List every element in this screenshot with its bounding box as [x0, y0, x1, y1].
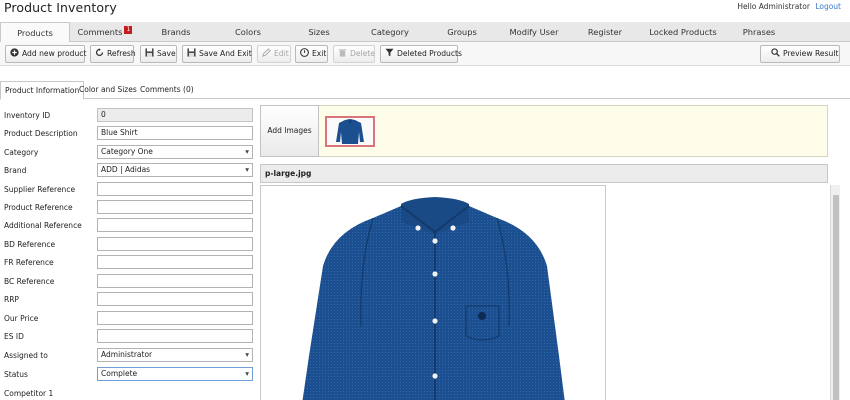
label-inventory-id: Inventory ID: [4, 111, 51, 120]
filter-icon: [385, 48, 394, 57]
tab-modify-user[interactable]: Modify User: [498, 22, 570, 42]
label-category: Category: [4, 148, 39, 157]
trash-icon: [338, 49, 347, 57]
main-nav: Products Comments 1 Brands Colors Sizes C…: [0, 22, 850, 43]
add-new-product-button[interactable]: Add new product: [5, 45, 86, 63]
comments-count-badge: 1: [124, 26, 133, 34]
page-title: Product Inventory: [4, 0, 117, 15]
add-images-button[interactable]: Add Images: [260, 105, 319, 157]
magnifier-icon: [771, 48, 780, 57]
product-description-input[interactable]: Blue Shirt: [97, 126, 253, 140]
user-area: Hello Administrator Logout: [737, 2, 841, 11]
label-our-price: Our Price: [4, 314, 39, 323]
label-assigned-to: Assigned to: [4, 351, 48, 360]
label-product-reference: Product Reference: [4, 203, 73, 212]
tab-category[interactable]: Category: [354, 22, 426, 42]
preview-scrollbar[interactable]: [830, 185, 840, 400]
tab-comments-detail[interactable]: Comments (0): [136, 81, 198, 99]
label-competitor-1: Competitor 1: [4, 389, 54, 398]
tab-sizes[interactable]: Sizes: [284, 22, 354, 42]
inventory-id-field: 0: [97, 108, 253, 122]
deleted-products-button[interactable]: Deleted Products: [380, 45, 462, 63]
logout-link[interactable]: Logout: [815, 2, 841, 11]
label-brand: Brand: [4, 166, 27, 175]
plus-circle-icon: [10, 48, 19, 57]
tab-products[interactable]: Products: [0, 22, 70, 43]
save-and-exit-button[interactable]: Save And Exit: [182, 45, 252, 63]
greeting-text: Hello Administrator: [737, 2, 810, 11]
edit-button[interactable]: Edit: [257, 45, 291, 63]
floppy-disk-icon: [145, 48, 154, 57]
floppy-disk-icon: [187, 48, 196, 57]
product-reference-input[interactable]: [97, 200, 253, 214]
category-select[interactable]: Category One: [97, 145, 253, 159]
toolbar: Add new product Refresh Save Save And Ex…: [0, 42, 850, 66]
tab-comments[interactable]: Comments 1: [70, 22, 140, 42]
delete-button[interactable]: Delete: [333, 45, 375, 63]
brand-select[interactable]: ADD | Adidas: [97, 163, 253, 177]
label-product-description: Product Description: [4, 129, 78, 138]
tab-color-and-sizes[interactable]: Color and Sizes: [75, 81, 141, 99]
status-select[interactable]: Complete: [97, 367, 253, 381]
tab-product-information[interactable]: Product Information: [0, 81, 85, 100]
rrp-input[interactable]: [97, 292, 253, 306]
refresh-button[interactable]: Refresh: [90, 45, 136, 63]
tab-phrases[interactable]: Phrases: [726, 22, 792, 42]
label-additional-reference: Additional Reference: [4, 221, 82, 230]
shirt-preview-image: [302, 197, 565, 400]
selected-image-filename: p-large.jpg: [260, 164, 828, 183]
tab-groups[interactable]: Groups: [426, 22, 498, 42]
preview-result-button[interactable]: Preview Result: [760, 45, 840, 63]
label-supplier-reference: Supplier Reference: [4, 185, 76, 194]
image-thumbnail[interactable]: [325, 116, 375, 147]
assigned-to-select[interactable]: Administrator: [97, 348, 253, 362]
image-preview: [260, 185, 606, 400]
label-es-id: ES ID: [4, 332, 24, 341]
shirt-thumbnail-image: [336, 119, 364, 144]
pencil-icon: [262, 48, 271, 57]
refresh-icon: [95, 48, 104, 57]
save-button[interactable]: Save: [140, 45, 177, 63]
tab-register[interactable]: Register: [570, 22, 640, 42]
sub-tabs: Product Information Color and Sizes Comm…: [0, 81, 850, 100]
additional-reference-input[interactable]: [97, 218, 253, 232]
bc-reference-input[interactable]: [97, 274, 253, 288]
supplier-reference-input[interactable]: [97, 182, 253, 196]
tab-brands[interactable]: Brands: [140, 22, 212, 42]
our-price-input[interactable]: [97, 311, 253, 325]
bd-reference-input[interactable]: [97, 237, 253, 251]
label-fr-reference: FR Reference: [4, 258, 54, 267]
app-header: Product Inventory Hello Administrator Lo…: [0, 0, 850, 20]
es-id-input[interactable]: [97, 329, 253, 343]
scrollbar-thumb[interactable]: [833, 195, 839, 400]
label-rrp: RRP: [4, 295, 19, 304]
fr-reference-input[interactable]: [97, 255, 253, 269]
label-bd-reference: BD Reference: [4, 240, 56, 249]
label-bc-reference: BC Reference: [4, 277, 55, 286]
tab-locked-products[interactable]: Locked Products: [640, 22, 726, 42]
label-status: Status: [4, 370, 28, 379]
exit-button[interactable]: Exit: [295, 45, 328, 63]
exit-circle-icon: [300, 48, 309, 57]
tab-colors[interactable]: Colors: [212, 22, 284, 42]
